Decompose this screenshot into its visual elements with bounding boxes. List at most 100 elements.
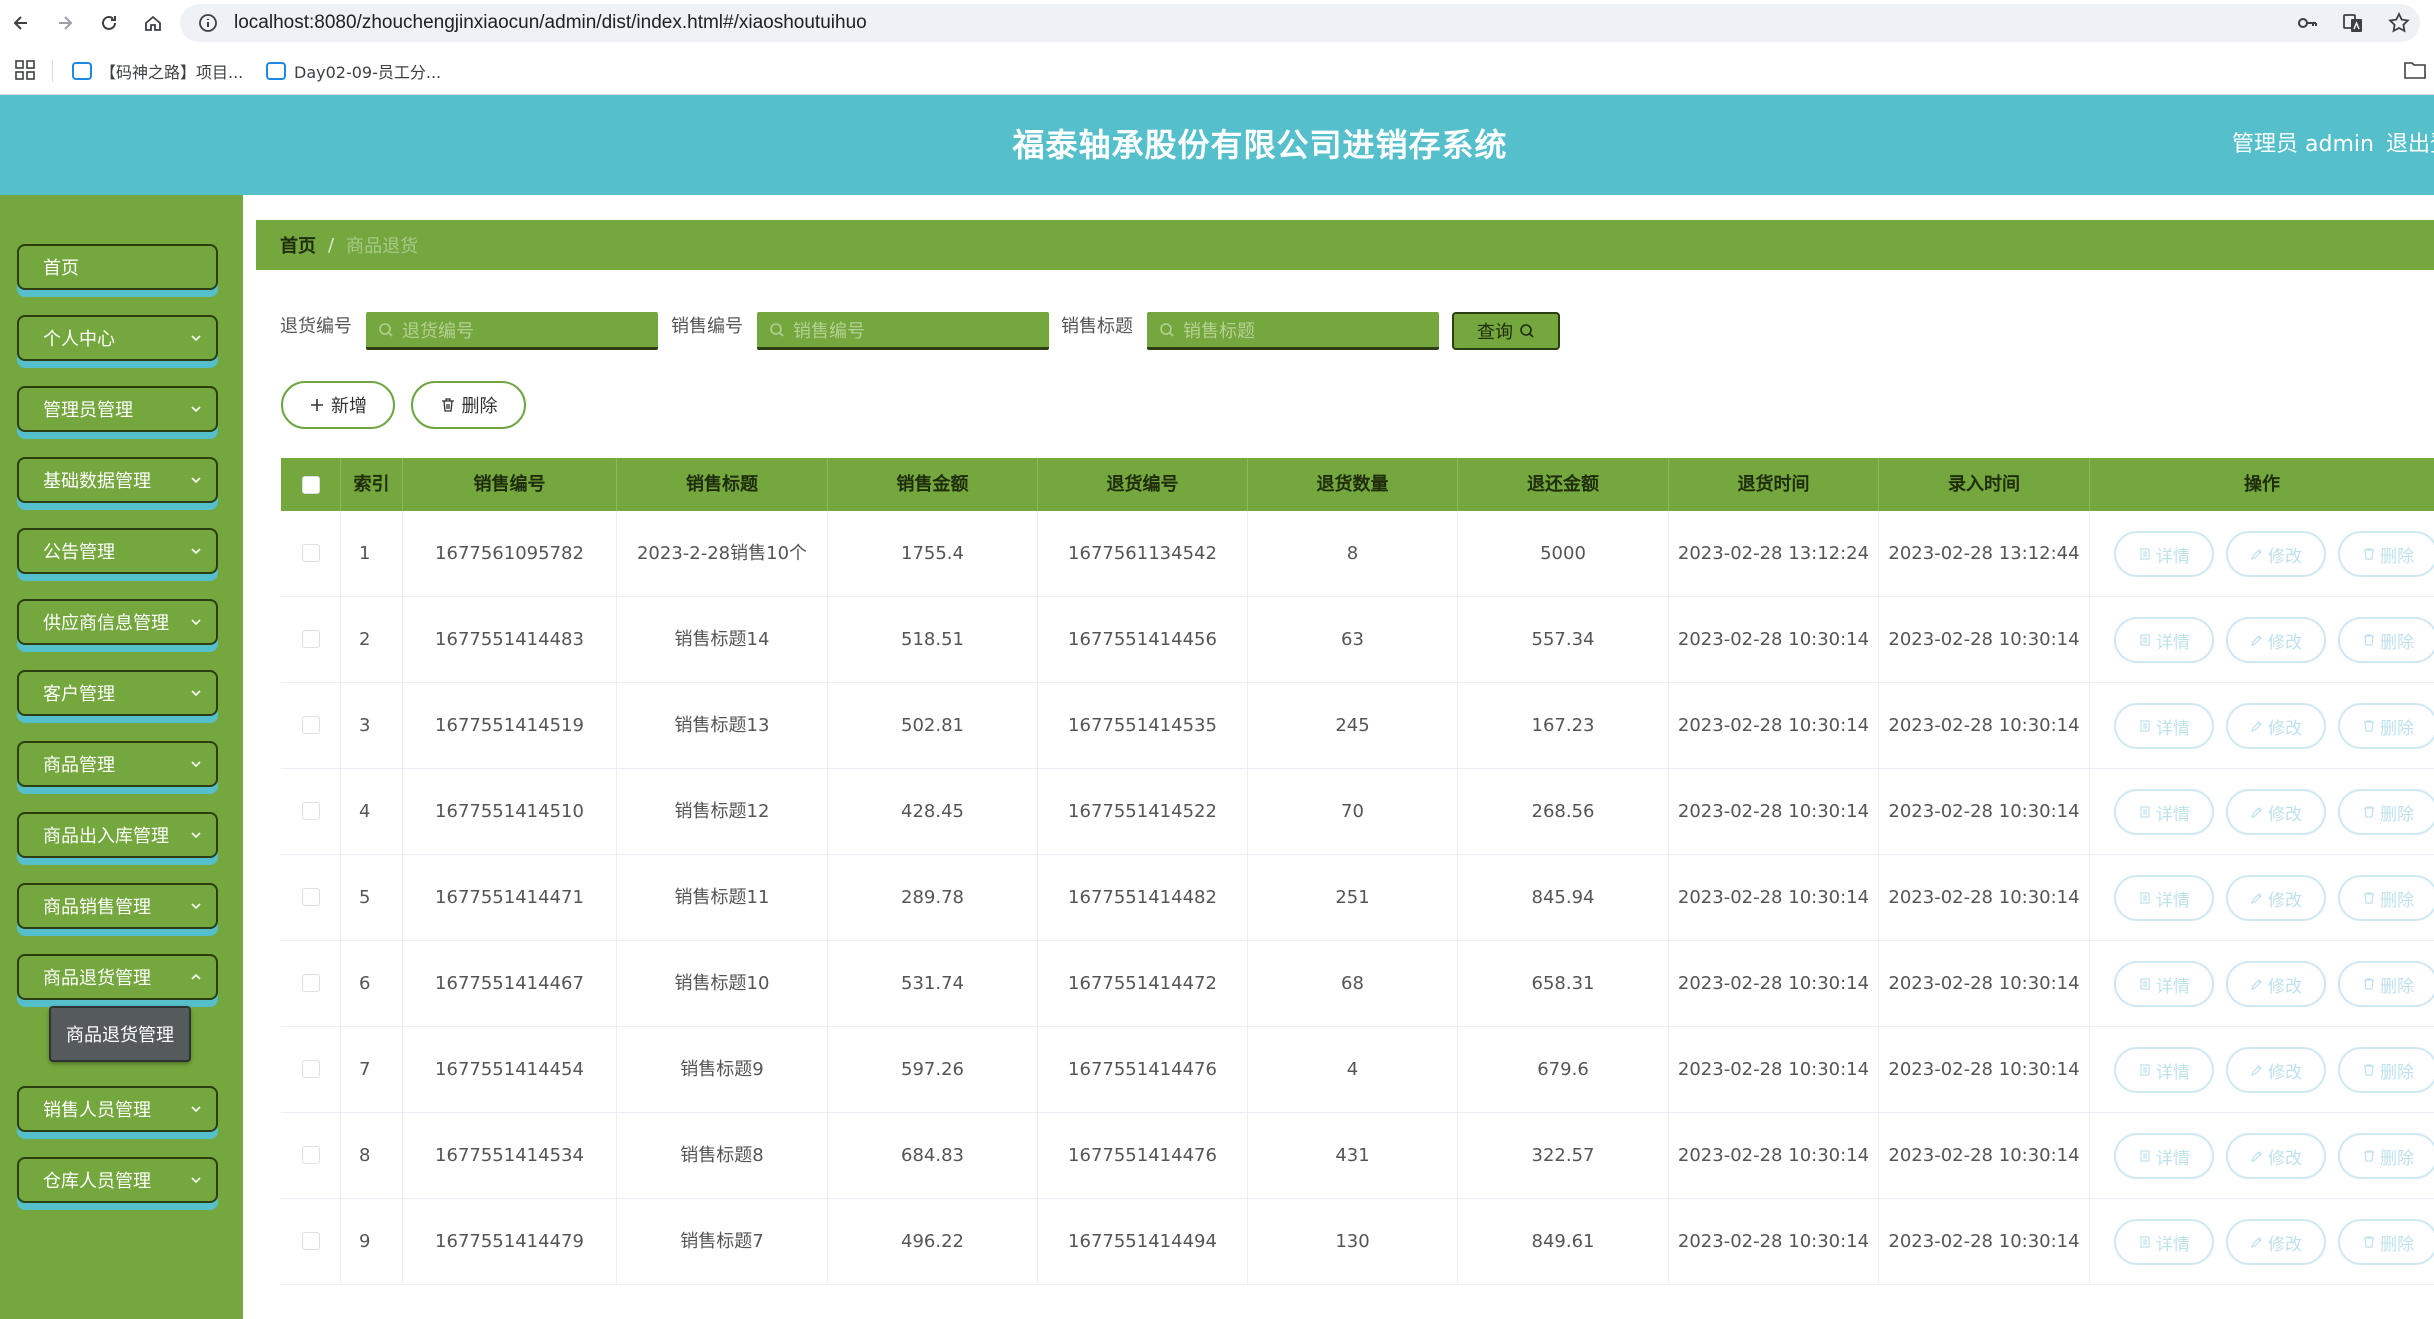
- row-delete-button[interactable]: 删除: [2338, 1047, 2434, 1093]
- row-checkbox[interactable]: [302, 974, 320, 992]
- table-row: 9 1677551414479 销售标题7 496.22 1677551414494 13…: [281, 1199, 2434, 1285]
- url-text[interactable]: localhost:8080/zhouchengjinxiaocun/admin…: [234, 4, 867, 42]
- doc-icon: [2140, 1150, 2150, 1162]
- column-header[interactable]: 销售标题: [617, 458, 828, 511]
- row-delete-button[interactable]: 删除: [2338, 961, 2434, 1007]
- row-delete-button[interactable]: 删除: [2338, 531, 2434, 577]
- row-checkbox[interactable]: [302, 544, 320, 562]
- detail-button[interactable]: 详情: [2114, 789, 2214, 835]
- edit-button[interactable]: 修改: [2226, 617, 2326, 663]
- table-cell: 245: [1248, 683, 1458, 769]
- detail-button[interactable]: 详情: [2114, 875, 2214, 921]
- detail-button[interactable]: 详情: [2114, 531, 2214, 577]
- column-header[interactable]: 销售金额: [828, 458, 1038, 511]
- table-cell: 销售标题12: [617, 769, 828, 855]
- edit-button[interactable]: 修改: [2226, 1133, 2326, 1179]
- detail-button[interactable]: 详情: [2114, 1047, 2214, 1093]
- logout-button[interactable]: 退出登: [2386, 95, 2434, 195]
- folder-icon[interactable]: [2404, 61, 2426, 79]
- edit-button[interactable]: 修改: [2226, 875, 2326, 921]
- row-checkbox[interactable]: [302, 1060, 320, 1078]
- select-all-checkbox[interactable]: [302, 476, 320, 494]
- row-select-cell: [281, 769, 341, 855]
- edit-button[interactable]: 修改: [2226, 531, 2326, 577]
- sidebar-item-salesperson[interactable]: 销售人员管理: [17, 1086, 218, 1132]
- row-delete-button[interactable]: 删除: [2338, 617, 2434, 663]
- add-button[interactable]: 新增: [281, 381, 395, 429]
- sales-no-input[interactable]: 销售编号: [757, 312, 1049, 350]
- site-info-icon[interactable]: [198, 13, 218, 33]
- row-checkbox[interactable]: [302, 1232, 320, 1250]
- bookmark-item[interactable]: Day02-09-员工分...: [266, 47, 441, 95]
- detail-button[interactable]: 详情: [2114, 703, 2214, 749]
- row-checkbox[interactable]: [302, 888, 320, 906]
- sidebar-item-admin[interactable]: 管理员管理: [17, 386, 218, 432]
- row-checkbox[interactable]: [302, 630, 320, 648]
- edit-button-label: 修改: [2268, 1062, 2302, 1083]
- edit-button[interactable]: 修改: [2226, 703, 2326, 749]
- table-cell: 849.61: [1458, 1199, 1669, 1285]
- row-select-cell: [281, 1199, 341, 1285]
- forward-icon[interactable]: [50, 8, 80, 38]
- detail-button[interactable]: 详情: [2114, 1133, 2214, 1179]
- bookmark-separator: [52, 60, 53, 82]
- column-header[interactable]: 退货编号: [1038, 458, 1248, 511]
- reload-icon[interactable]: [94, 8, 124, 38]
- sales-title-input[interactable]: 销售标题: [1147, 312, 1439, 350]
- query-button[interactable]: 查询: [1452, 312, 1560, 350]
- row-checkbox[interactable]: [302, 802, 320, 820]
- row-delete-button[interactable]: 删除: [2338, 789, 2434, 835]
- sidebar-item-notice[interactable]: 公告管理: [17, 528, 218, 574]
- translate-icon[interactable]: [2340, 10, 2366, 36]
- column-header[interactable]: 索引: [341, 458, 403, 511]
- edit-button-label: 修改: [2268, 890, 2302, 911]
- back-icon[interactable]: [6, 8, 36, 38]
- select-all-cell: [281, 458, 341, 511]
- address-bar[interactable]: localhost:8080/zhouchengjinxiaocun/admin…: [180, 4, 2420, 42]
- sidebar-item-supplier[interactable]: 供应商信息管理: [17, 599, 218, 645]
- trash-icon: [2364, 1236, 2374, 1248]
- edit-button[interactable]: 修改: [2226, 1219, 2326, 1265]
- row-delete-button[interactable]: 删除: [2338, 1133, 2434, 1179]
- key-icon[interactable]: [2294, 10, 2320, 36]
- row-delete-button[interactable]: 删除: [2338, 875, 2434, 921]
- return-no-placeholder: 退货编号: [402, 320, 474, 342]
- column-header[interactable]: 销售编号: [403, 458, 617, 511]
- edit-button[interactable]: 修改: [2226, 1047, 2326, 1093]
- table-cell: 2023-02-28 13:12:44: [1879, 511, 2090, 597]
- bookmark-item[interactable]: 【码神之路】项目...: [72, 47, 243, 95]
- table-cell: 2023-02-28 10:30:14: [1879, 855, 2090, 941]
- column-header[interactable]: 退货时间: [1669, 458, 1879, 511]
- edit-button[interactable]: 修改: [2226, 789, 2326, 835]
- sidebar-item-customer[interactable]: 客户管理: [17, 670, 218, 716]
- sidebar-item-basic-data[interactable]: 基础数据管理: [17, 457, 218, 503]
- breadcrumb-home[interactable]: 首页: [280, 232, 316, 258]
- sidebar-item-warehouse-staff[interactable]: 仓库人员管理: [17, 1157, 218, 1203]
- trash-icon: [2364, 978, 2374, 990]
- apps-grid-icon[interactable]: [14, 59, 36, 81]
- edit-button[interactable]: 修改: [2226, 961, 2326, 1007]
- sidebar-item-sales[interactable]: 商品销售管理: [17, 883, 218, 929]
- detail-button[interactable]: 详情: [2114, 1219, 2214, 1265]
- table-cell: 2023-02-28 10:30:14: [1879, 1199, 2090, 1285]
- home-icon[interactable]: [138, 8, 168, 38]
- detail-button[interactable]: 详情: [2114, 961, 2214, 1007]
- row-delete-button[interactable]: 删除: [2338, 1219, 2434, 1265]
- row-delete-button[interactable]: 删除: [2338, 703, 2434, 749]
- row-checkbox[interactable]: [302, 1146, 320, 1164]
- sidebar-item-returns[interactable]: 商品退货管理: [17, 954, 218, 1000]
- column-header[interactable]: 录入时间: [1879, 458, 2090, 511]
- star-icon[interactable]: [2386, 10, 2412, 36]
- sidebar-item-goods[interactable]: 商品管理: [17, 741, 218, 787]
- return-no-input[interactable]: 退货编号: [366, 312, 658, 350]
- detail-button[interactable]: 详情: [2114, 617, 2214, 663]
- sidebar-item-profile[interactable]: 个人中心: [17, 315, 218, 361]
- row-checkbox[interactable]: [302, 716, 320, 734]
- column-header[interactable]: 退还金额: [1458, 458, 1669, 511]
- submenu-item-returns-manage[interactable]: 商品退货管理: [49, 1006, 191, 1062]
- sidebar-item-home[interactable]: 首页: [17, 244, 218, 290]
- column-header[interactable]: 退货数量: [1248, 458, 1458, 511]
- sidebar-item-stock-inout[interactable]: 商品出入库管理: [17, 812, 218, 858]
- sidebar-item-label: 销售人员管理: [43, 1100, 151, 1121]
- delete-button[interactable]: 删除: [411, 381, 526, 429]
